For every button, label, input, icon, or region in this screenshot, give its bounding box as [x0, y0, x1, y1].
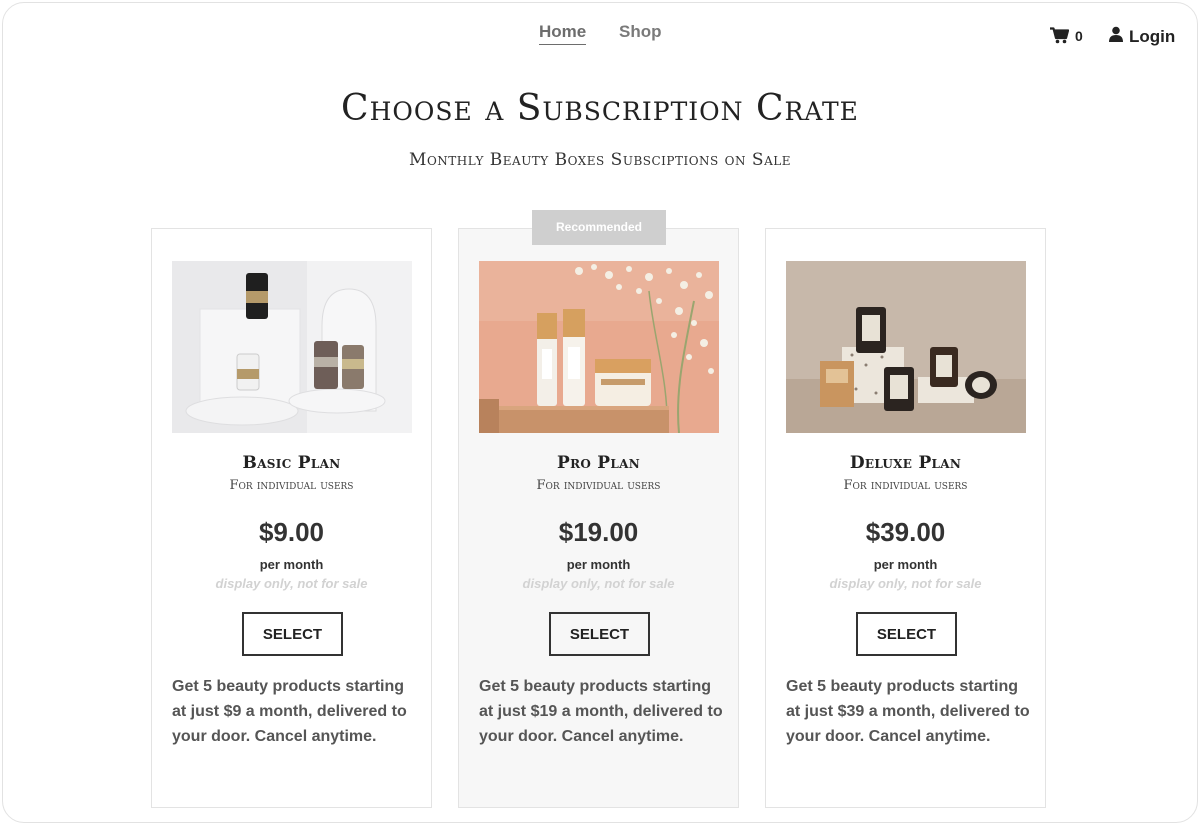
plan-card-basic: Basic Plan For individual users $9.00 pe… [151, 228, 432, 808]
plan-price: $39.00 [865, 517, 946, 547]
cart-button[interactable]: 0 [1050, 27, 1083, 44]
plan-card-deluxe: Deluxe Plan For individual users $39.00 … [765, 228, 1046, 808]
select-deluxe-button[interactable]: SELECT [856, 612, 957, 656]
nav-link-shop[interactable]: Shop [619, 22, 662, 42]
plan-price: $19.00 [558, 517, 639, 547]
user-icon [1108, 26, 1124, 47]
plan-note: display only, not for sale [522, 576, 675, 591]
plan-note: display only, not for sale [215, 576, 368, 591]
login-link[interactable]: Login [1108, 26, 1175, 47]
plan-audience: For individual users [229, 478, 354, 493]
select-basic-button[interactable]: SELECT [242, 612, 343, 656]
plan-price: $9.00 [258, 517, 325, 547]
cart-count: 0 [1075, 27, 1083, 44]
plan-description: Get 5 beauty products starting at just $… [172, 678, 407, 745]
plan-name: Basic Plan [242, 453, 341, 473]
plan-description: Get 5 beauty products starting at just $… [786, 678, 1030, 745]
nav-link-home[interactable]: Home [539, 22, 587, 45]
plan-description: Get 5 beauty products starting at just $… [479, 678, 723, 745]
plan-period: per month [566, 557, 631, 572]
login-label: Login [1129, 26, 1176, 46]
plan-image-pro [479, 261, 719, 433]
page-title: Choose a Subscription Crate [341, 88, 859, 129]
plan-audience: For individual users [536, 478, 661, 493]
plan-image-deluxe [786, 261, 1026, 433]
plan-period: per month [259, 557, 324, 572]
plan-card-pro: Pro Plan For individual users $19.00 per… [458, 228, 739, 808]
recommended-badge: Recommended [532, 210, 666, 245]
page-subtitle: Monthly Beauty Boxes Subsciptions on Sal… [409, 150, 791, 170]
shopping-cart-icon [1050, 27, 1069, 44]
top-nav: Home Shop 0 Login [0, 22, 1200, 52]
plan-image-basic [172, 261, 412, 433]
plan-note: display only, not for sale [829, 576, 982, 591]
plan-name: Pro Plan [556, 453, 641, 473]
plan-audience: For individual users [843, 478, 968, 493]
plan-period: per month [873, 557, 938, 572]
select-pro-button[interactable]: SELECT [549, 612, 650, 656]
plan-name: Deluxe Plan [849, 453, 962, 473]
